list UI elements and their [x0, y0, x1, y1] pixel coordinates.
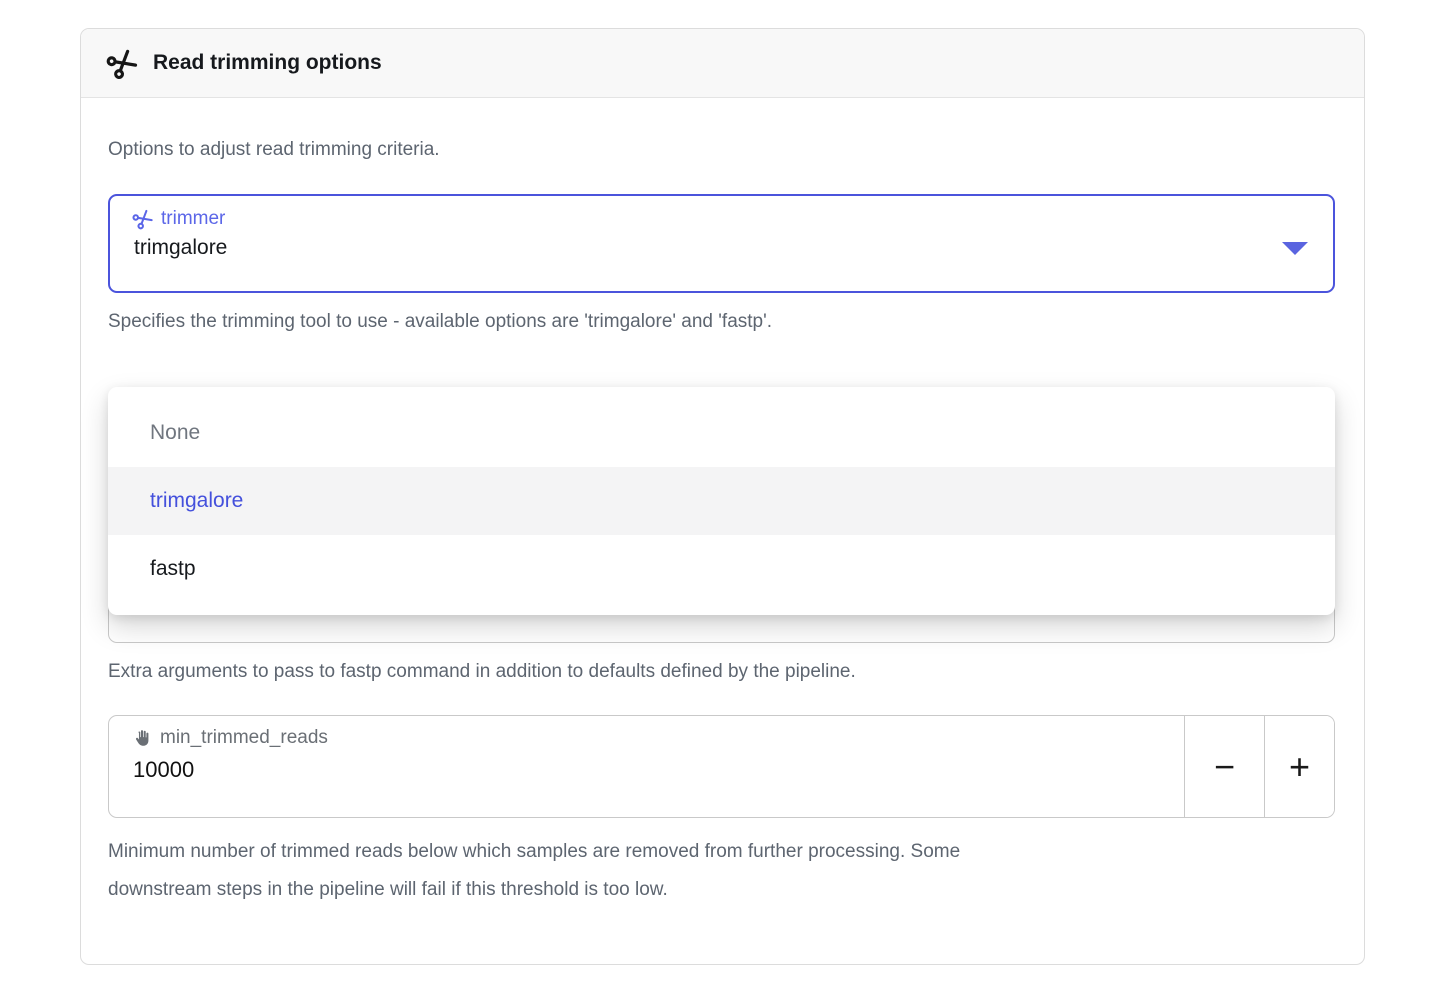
extra-fastp-args-help-text: Extra arguments to pass to fastp command…	[108, 661, 1335, 683]
min-trimmed-reads-label: min_trimmed_reads	[160, 727, 328, 749]
trimmer-select[interactable]: trimmer trimgalore	[108, 194, 1335, 293]
min-trimmed-reads-help-text: Minimum number of trimmed reads below wh…	[108, 833, 1335, 909]
trimmer-field-value: trimgalore	[134, 236, 1309, 260]
trimmer-label-row: trimmer	[134, 208, 1309, 230]
trimmer-dropdown-menu: None trimgalore fastp	[108, 387, 1335, 615]
min-trimmed-reads-value: 10000	[133, 757, 1160, 783]
help-line-1: Minimum number of trimmed reads below wh…	[108, 833, 1335, 871]
trimmer-help-text: Specifies the trimming tool to use - ava…	[108, 311, 1335, 333]
scissors-icon	[109, 50, 136, 77]
card-header: Read trimming options	[81, 29, 1364, 98]
min-trimmed-reads-input[interactable]: min_trimmed_reads 10000	[109, 716, 1184, 817]
help-line-2: downstream steps in the pipeline will fa…	[108, 871, 1335, 909]
card-body: Options to adjust read trimming criteria…	[81, 139, 1364, 909]
section-title: Read trimming options	[153, 51, 382, 75]
increment-button[interactable]: +	[1264, 716, 1334, 817]
min-trimmed-reads-label-row: min_trimmed_reads	[133, 727, 1160, 749]
decrement-button[interactable]: −	[1184, 716, 1264, 817]
chevron-down-icon[interactable]	[1282, 242, 1308, 255]
section-description: Options to adjust read trimming criteria…	[108, 139, 1335, 161]
dropdown-option-fastp[interactable]: fastp	[108, 535, 1335, 603]
dropdown-option-trimgalore[interactable]: trimgalore	[108, 467, 1335, 535]
trimmer-field-label: trimmer	[161, 208, 225, 230]
hand-icon	[133, 729, 151, 747]
dropdown-option-none[interactable]: None	[108, 399, 1335, 467]
min-trimmed-reads-field-group: min_trimmed_reads 10000 − +	[108, 715, 1335, 818]
scissors-icon	[134, 210, 152, 228]
read-trimming-options-card: Read trimming options Options to adjust …	[80, 28, 1365, 965]
